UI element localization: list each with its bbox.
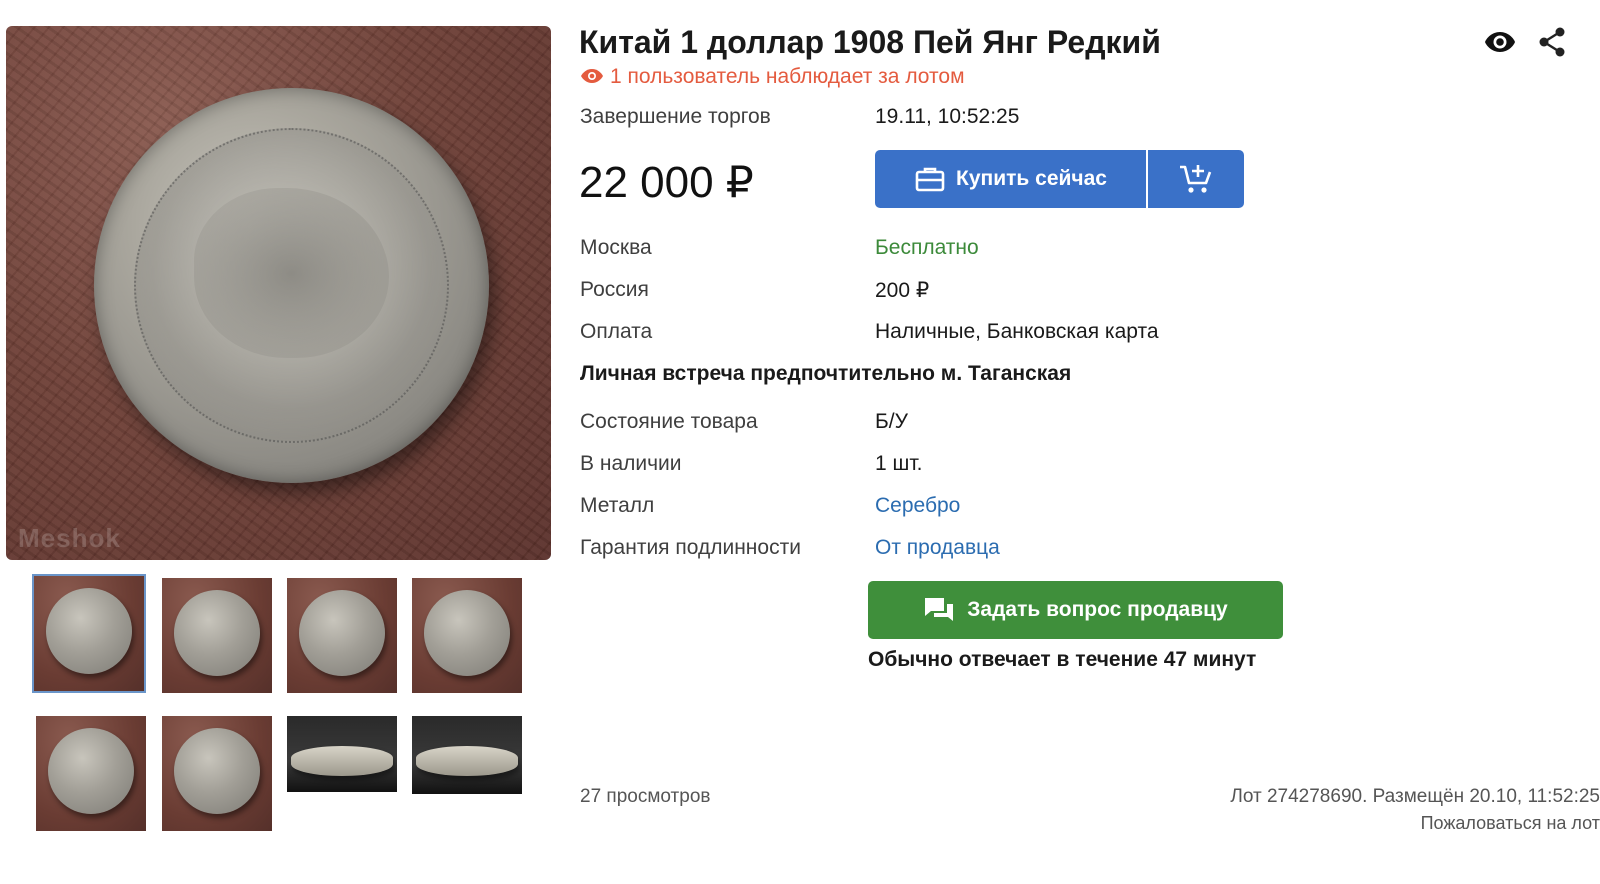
stock-label: В наличии — [580, 452, 682, 475]
guarantee-link[interactable]: От продавца — [875, 536, 1000, 560]
payment-label: Оплата — [580, 320, 653, 343]
chat-icon — [925, 598, 954, 621]
thumbnail-1[interactable] — [32, 574, 146, 693]
metal-link[interactable]: Серебро — [875, 494, 960, 518]
top-actions — [1480, 24, 1600, 60]
ask-seller-label: Задать вопрос продавцу — [967, 598, 1228, 621]
share-icon[interactable] — [1534, 24, 1570, 60]
buy-now-label: Купить сейчас — [956, 167, 1107, 190]
condition-label: Состояние товара — [580, 410, 758, 433]
payment-value: Наличные, Банковская карта — [875, 320, 1159, 343]
russia-value: 200 ₽ — [875, 279, 930, 302]
price: 22 000 ₽ — [579, 158, 754, 207]
buy-now-button[interactable]: Купить сейчас — [875, 150, 1146, 208]
thumbnail-8[interactable] — [412, 716, 522, 794]
thumbnail-6[interactable] — [162, 716, 272, 831]
eye-icon — [581, 69, 603, 83]
watchers-text: 1 пользователь наблюдает за лотом — [610, 65, 965, 88]
briefcase-icon — [915, 167, 945, 192]
meeting-note: Личная встреча предпочтительно м. Таганс… — [580, 362, 1072, 385]
lot-info: Лот 274278690. Размещён 20.10, 11:52:25 — [1230, 786, 1600, 807]
watch-eye-icon[interactable] — [1482, 24, 1518, 60]
end-time-value: 19.11, 10:52:25 — [875, 105, 1020, 128]
metal-label: Металл — [580, 494, 655, 517]
stock-value: 1 шт. — [875, 452, 923, 475]
moscow-value: Бесплатно — [875, 236, 979, 259]
buy-button-group: Купить сейчас — [875, 150, 1244, 208]
ask-seller-button[interactable]: Задать вопрос продавцу — [868, 581, 1283, 639]
thumbnail-3[interactable] — [287, 578, 397, 693]
thumbnail-2[interactable] — [162, 578, 272, 693]
photo-watermark: Meshok — [18, 523, 121, 553]
report-lot-link[interactable]: Пожаловаться на лот — [1421, 813, 1600, 834]
reply-time-note: Обычно отвечает в течение 47 минут — [868, 648, 1257, 671]
end-time-label: Завершение торгов — [580, 105, 771, 128]
thumbnail-5[interactable] — [36, 716, 146, 831]
guarantee-label: Гарантия подлинности — [580, 536, 801, 559]
watchers-info: 1 пользователь наблюдает за лотом — [580, 65, 965, 89]
lot-title: Китай 1 доллар 1908 Пей Янг Редкий — [579, 24, 1161, 60]
moscow-label: Москва — [580, 236, 652, 259]
main-photo[interactable]: Meshok — [6, 26, 551, 560]
thumbnail-4[interactable] — [412, 578, 522, 693]
russia-label: Россия — [580, 278, 649, 301]
coin-image — [94, 88, 489, 483]
views-count: 27 просмотров — [580, 786, 711, 807]
add-to-cart-button[interactable] — [1148, 150, 1244, 208]
add-to-cart-icon — [1180, 165, 1212, 193]
thumbnail-7[interactable] — [287, 716, 397, 792]
condition-value: Б/У — [875, 410, 908, 433]
